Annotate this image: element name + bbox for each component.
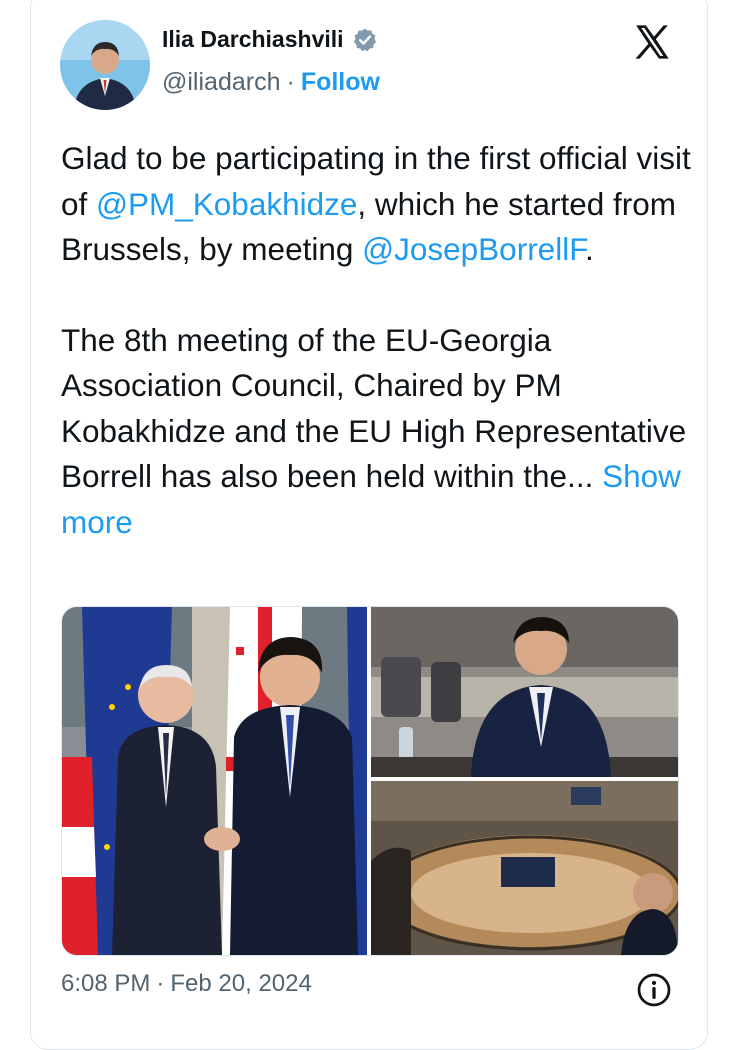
tweet-time: 6:08 PM: [61, 970, 151, 997]
author-handle[interactable]: @iliadarch: [162, 68, 280, 97]
x-logo-icon[interactable]: [630, 22, 674, 62]
author-name[interactable]: Ilia Darchiashvili: [162, 26, 344, 53]
handle-separator: ·: [286, 68, 295, 96]
tweet-text-segment: .: [584, 231, 594, 267]
verified-badge-icon: [353, 28, 376, 51]
follow-button[interactable]: Follow: [301, 68, 380, 97]
timestamp-separator: ·: [156, 970, 165, 997]
tweet-timestamp[interactable]: 6:08 PM · Feb 20, 2024: [61, 970, 312, 998]
tweet-paragraph-1: Glad to be participating in the first of…: [61, 136, 701, 273]
tweet-paragraph-2: The 8th meeting of the EU-Georgia Associ…: [61, 318, 701, 546]
media-grid: [61, 606, 679, 956]
photo-council-meeting[interactable]: [371, 781, 678, 955]
tweet-date: Feb 20, 2024: [170, 970, 312, 997]
tweet-text-segment: The 8th meeting of the EU-Georgia Associ…: [61, 321, 687, 495]
mention-pm-kobakhidze[interactable]: @PM_Kobakhidze: [96, 186, 357, 222]
info-icon[interactable]: [636, 972, 672, 1008]
tweet-text: Glad to be participating in the first of…: [61, 136, 701, 590]
photo-minister-seated[interactable]: [371, 607, 678, 777]
mention-josep-borrell[interactable]: @JosepBorrellF: [362, 231, 585, 267]
author-avatar[interactable]: [60, 20, 150, 110]
photo-handshake[interactable]: [62, 607, 367, 955]
